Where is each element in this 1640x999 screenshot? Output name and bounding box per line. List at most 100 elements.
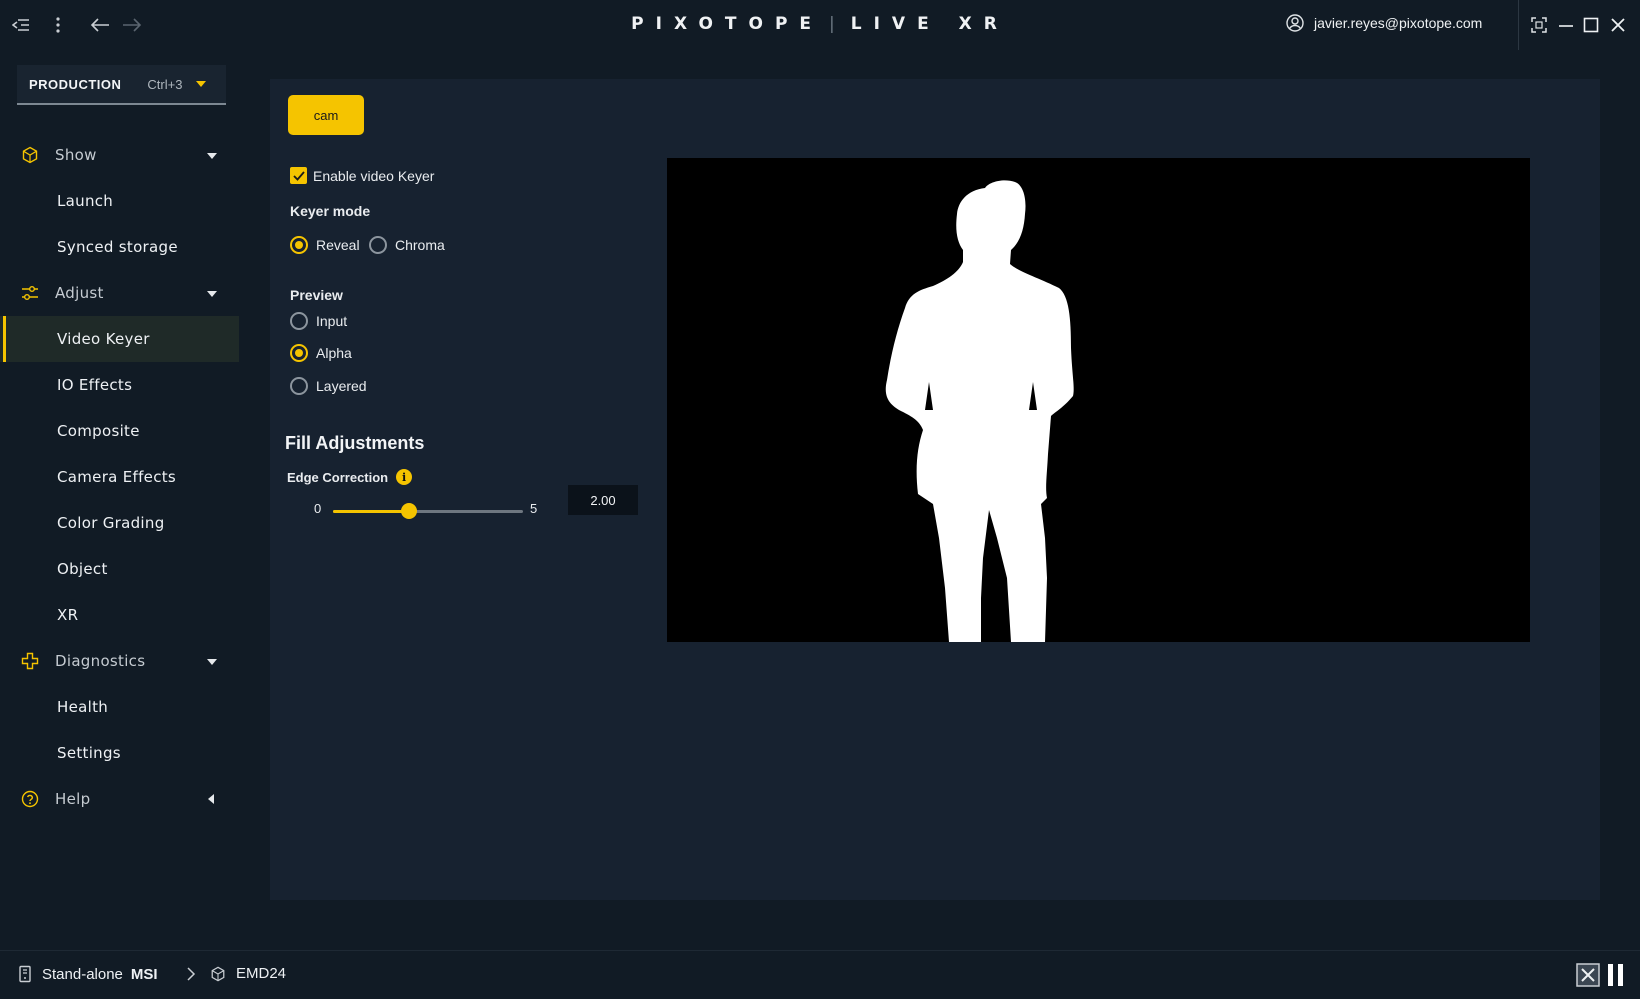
- edge-correction-slider[interactable]: [333, 503, 523, 519]
- enable-keyer-label: Enable video Keyer: [313, 167, 435, 184]
- sidebar-section-show[interactable]: Show: [0, 132, 242, 178]
- logo-live-xr: LIVE XR: [850, 14, 1009, 34]
- chevron-down-icon: [196, 81, 207, 87]
- fill-adjustments-title: Fill Adjustments: [285, 433, 425, 453]
- chevron-down-icon: [207, 659, 217, 665]
- radio-unselected-icon: [290, 312, 308, 330]
- alpha-preview-viewport: [667, 158, 1530, 642]
- user-account[interactable]: javier.reyes@pixotope.com: [1286, 14, 1482, 32]
- production-selector[interactable]: PRODUCTION Ctrl+3: [17, 65, 226, 105]
- chevron-right-icon: [186, 967, 196, 981]
- sidebar-section-adjust[interactable]: Adjust: [0, 270, 242, 316]
- machine-status[interactable]: Stand-alone MSI: [18, 965, 158, 983]
- collapse-sidebar-icon[interactable]: [8, 12, 34, 38]
- machine-mode: Stand-alone: [42, 965, 123, 983]
- sidebar-section-diagnostics[interactable]: Diagnostics: [0, 638, 242, 684]
- sidebar-item-label: Launch: [57, 192, 114, 210]
- sidebar-item-synced-storage[interactable]: Synced storage: [0, 224, 242, 270]
- fullscreen-icon[interactable]: [1526, 12, 1552, 38]
- sidebar-section-help[interactable]: Help: [0, 776, 242, 822]
- server-icon: [19, 965, 31, 983]
- more-menu-icon[interactable]: [45, 12, 71, 38]
- chevron-down-icon: [207, 291, 217, 297]
- machine-name: MSI: [130, 965, 158, 983]
- sidebar-section-label: Adjust: [55, 284, 104, 302]
- camera-tab-cam[interactable]: cam: [288, 95, 364, 135]
- person-silhouette: [885, 180, 1074, 642]
- sidebar-section-label: Diagnostics: [55, 652, 146, 670]
- production-shortcut: Ctrl+3: [147, 76, 183, 92]
- radio-unselected-icon: [290, 377, 308, 395]
- slider-min-label: 0: [314, 501, 322, 516]
- info-icon[interactable]: i: [396, 469, 413, 485]
- medical-cross-icon: [21, 652, 39, 670]
- sidebar-item-camera-effects[interactable]: Camera Effects: [0, 454, 242, 500]
- sidebar-item-label: XR: [57, 606, 79, 624]
- keyer-mode-chroma-radio[interactable]: Chroma: [369, 236, 445, 254]
- radio-label: Alpha: [316, 345, 352, 361]
- slider-fill: [333, 510, 409, 513]
- sidebar-section-label: Show: [55, 146, 97, 164]
- sidebar-item-label: Camera Effects: [57, 468, 177, 486]
- minimize-icon[interactable]: [1553, 12, 1579, 38]
- title-bar: PIXOTOPE | LIVE XR javier.reyes@pixotope.c…: [0, 0, 1640, 50]
- sidebar-item-video-keyer[interactable]: Video Keyer: [0, 316, 239, 362]
- sidebar-item-label: Health: [57, 698, 109, 716]
- forward-arrow-icon[interactable]: [119, 12, 145, 38]
- cube-icon: [211, 966, 225, 981]
- stop-icon[interactable]: [1576, 963, 1600, 987]
- status-bar: Stand-alone MSI EMD24: [0, 950, 1640, 999]
- back-arrow-icon[interactable]: [87, 12, 113, 38]
- titlebar-divider: [1518, 0, 1519, 50]
- sidebar-item-composite[interactable]: Composite: [0, 408, 242, 454]
- keyer-mode-reveal-radio[interactable]: Reveal: [290, 236, 360, 254]
- sidebar-item-settings[interactable]: Settings: [0, 730, 242, 776]
- video-keyer-panel: cam Enable video Keyer Keyer mode Reveal…: [270, 79, 1600, 900]
- chevron-left-icon: [208, 794, 214, 804]
- preview-layered-radio[interactable]: Layered: [290, 377, 367, 395]
- sidebar-item-label: Video Keyer: [57, 330, 150, 348]
- station-name: EMD24: [236, 965, 287, 982]
- user-email: javier.reyes@pixotope.com: [1314, 15, 1483, 31]
- radio-label: Reveal: [316, 237, 360, 253]
- close-window-icon[interactable]: [1605, 12, 1631, 38]
- sidebar-item-health[interactable]: Health: [0, 684, 242, 730]
- sidebar-section-label: Help: [55, 790, 91, 808]
- slider-thumb[interactable]: [401, 503, 417, 519]
- radio-label: Input: [316, 313, 348, 329]
- status-controls: [1576, 963, 1626, 987]
- maximize-icon[interactable]: [1578, 12, 1604, 38]
- enable-keyer-checkbox[interactable]: Enable video Keyer: [290, 167, 434, 184]
- sidebar-item-label: Composite: [57, 422, 140, 440]
- preview-input-radio[interactable]: Input: [290, 312, 347, 330]
- sidebar-item-object[interactable]: Object: [0, 546, 242, 592]
- sidebar-item-launch[interactable]: Launch: [0, 178, 242, 224]
- radio-label: Chroma: [395, 237, 445, 253]
- checkmark-icon: [290, 167, 307, 184]
- edge-correction-value-input[interactable]: 2.00: [568, 485, 638, 515]
- sidebar-item-color-grading[interactable]: Color Grading: [0, 500, 242, 546]
- production-name: PRODUCTION: [29, 76, 122, 92]
- radio-selected-icon: [290, 344, 308, 362]
- pause-icon[interactable]: [1606, 963, 1626, 987]
- sidebar-item-label: IO Effects: [57, 376, 133, 394]
- radio-label: Layered: [316, 378, 367, 394]
- sliders-icon: [21, 284, 39, 302]
- station-status[interactable]: EMD24: [210, 965, 286, 982]
- preview-label: Preview: [290, 287, 343, 303]
- chevron-down-icon: [207, 153, 217, 159]
- logo-pixotope: PIXOTOPE: [631, 14, 824, 34]
- sidebar-item-io-effects[interactable]: IO Effects: [0, 362, 242, 408]
- sidebar-item-label: Settings: [57, 744, 121, 762]
- keyer-mode-label: Keyer mode: [290, 203, 371, 219]
- sidebar-item-label: Object: [57, 560, 108, 578]
- user-icon: [1286, 14, 1304, 32]
- help-circle-icon: [21, 790, 39, 808]
- cube-icon: [21, 146, 39, 164]
- slider-max-label: 5: [530, 501, 538, 516]
- sidebar: PRODUCTION Ctrl+3 Show Launch Synced sto…: [0, 50, 263, 950]
- radio-unselected-icon: [369, 236, 387, 254]
- sidebar-item-label: Color Grading: [57, 514, 165, 532]
- preview-alpha-radio[interactable]: Alpha: [290, 344, 352, 362]
- sidebar-item-xr[interactable]: XR: [0, 592, 242, 638]
